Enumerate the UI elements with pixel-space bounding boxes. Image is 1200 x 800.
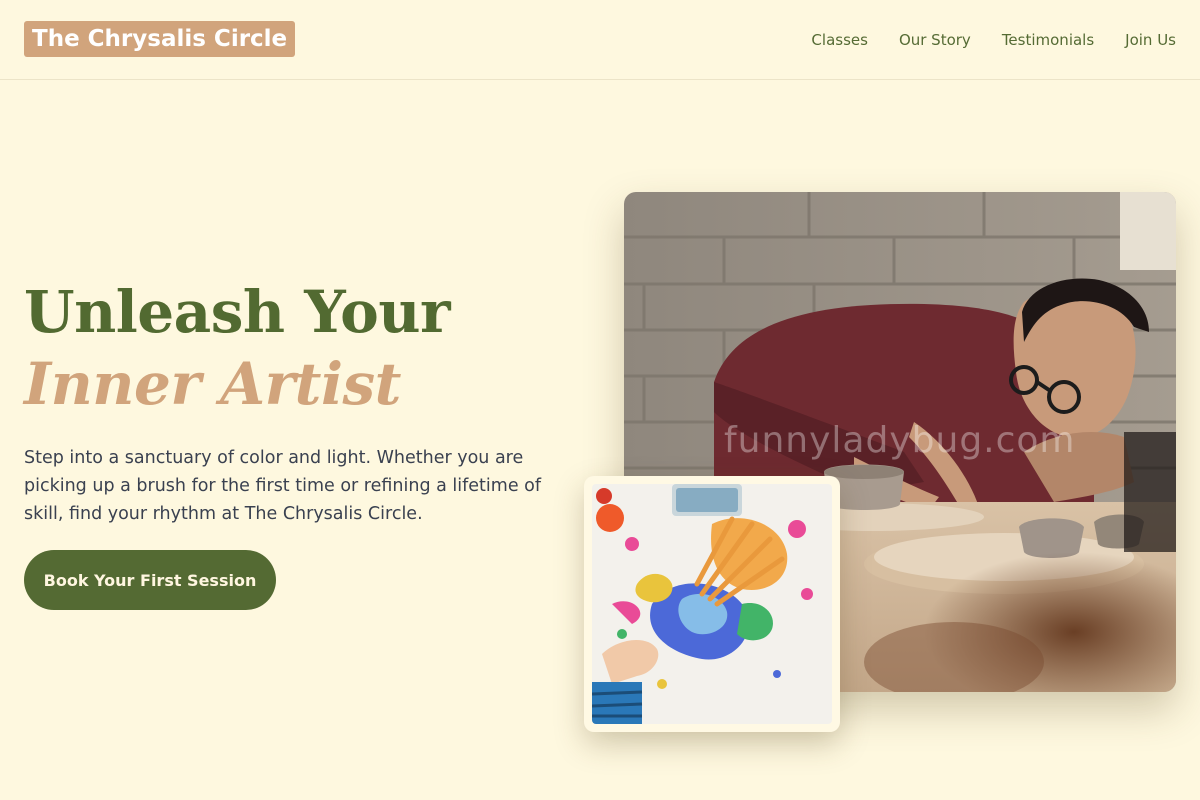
child-painting-photo bbox=[584, 476, 840, 732]
site-header: The Chrysalis Circle Classes Our Story T… bbox=[0, 0, 1200, 80]
nav-link-testimonials[interactable]: Testimonials bbox=[1002, 29, 1094, 51]
main-nav: Classes Our Story Testimonials Join Us bbox=[811, 29, 1176, 51]
hero-title-line1: Unleash Your bbox=[24, 278, 451, 346]
hero-description: Step into a sanctuary of color and light… bbox=[24, 448, 542, 524]
nav-link-classes[interactable]: Classes bbox=[811, 29, 868, 51]
brand-logo[interactable]: The Chrysalis Circle bbox=[24, 21, 296, 57]
painting-illustration bbox=[592, 484, 832, 724]
book-session-button[interactable]: Book Your First Session bbox=[24, 550, 276, 610]
photo-watermark: funnyladybug.com bbox=[724, 420, 1076, 461]
nav-link-our-story[interactable]: Our Story bbox=[899, 29, 971, 51]
hero-title: Unleash Your Inner Artist bbox=[24, 276, 451, 420]
nav-link-join-us[interactable]: Join Us bbox=[1125, 29, 1176, 51]
hero-title-line2: Inner Artist bbox=[24, 350, 401, 418]
